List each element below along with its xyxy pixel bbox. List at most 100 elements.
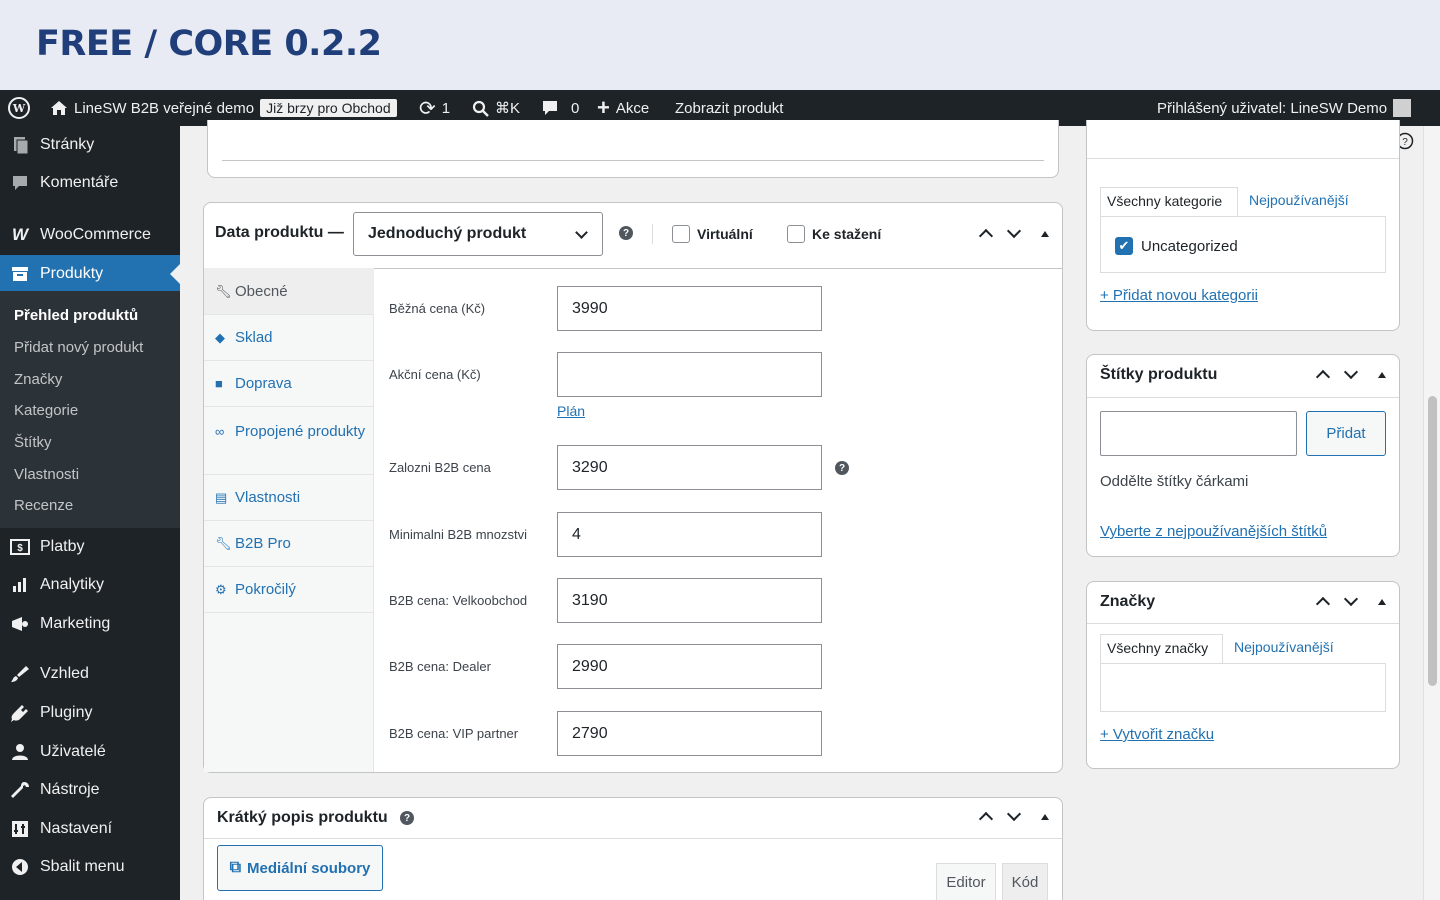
avatar xyxy=(1393,99,1412,117)
add-category-link[interactable]: + Přidat novou kategorii xyxy=(1100,287,1258,304)
tab-general[interactable]: 🔧︎ Obecné xyxy=(204,268,374,315)
comments-count: 0 xyxy=(571,99,580,117)
b2b-dealer-price-input[interactable]: 2990 xyxy=(557,644,822,689)
help-icon[interactable]: ? xyxy=(835,461,849,475)
user-icon xyxy=(0,743,40,761)
b2b-wholesale-price-input[interactable]: 3190 xyxy=(557,578,822,623)
move-up-icon[interactable] xyxy=(1315,594,1334,612)
submenu-attributes[interactable]: Vlastnosti xyxy=(14,466,79,483)
menu-label: Platby xyxy=(40,538,85,555)
b2b-vip-price-label: B2B cena: VIP partner xyxy=(389,726,519,741)
woocommerce-icon: W xyxy=(11,225,29,244)
menu-item-marketing[interactable]: Marketing xyxy=(0,605,180,643)
pages-icon xyxy=(0,136,40,154)
move-down-icon[interactable] xyxy=(1006,223,1025,239)
refresh-icon: ⟳ xyxy=(419,97,436,120)
category-label: Uncategorized xyxy=(1141,238,1238,255)
version-title: FREE / CORE 0.2.2 xyxy=(36,24,382,64)
help-icon[interactable]: ? xyxy=(400,811,414,825)
submenu-add-product[interactable]: Přidat nový produkt xyxy=(14,339,143,356)
tab-popular-categories[interactable]: Nejpoužívanější xyxy=(1249,192,1349,208)
menu-label: Nastavení xyxy=(40,820,113,837)
comment-icon xyxy=(543,100,557,115)
product-data-tabs: 🔧︎ Obecné ◆ Sklad ■ Doprava ∞ Propojené prod… xyxy=(204,268,374,772)
tab-label: Vlastnosti xyxy=(235,489,301,506)
schedule-link[interactable]: Plán xyxy=(557,403,585,419)
toggle-panel-icon[interactable] xyxy=(1374,371,1390,378)
choose-popular-tags-link[interactable]: Vyberte z nejpoužívanějších štítků xyxy=(1100,523,1327,540)
move-up-icon[interactable] xyxy=(978,226,997,244)
page-scrollbar[interactable] xyxy=(1423,126,1440,900)
tab-editor[interactable]: Editor xyxy=(936,863,996,900)
tab-code[interactable]: Kód xyxy=(1002,863,1048,900)
menu-item-payments[interactable]: $ Platby xyxy=(0,528,180,566)
category-checkbox-checked[interactable]: ✔ xyxy=(1115,237,1133,255)
menu-label: Analytiky xyxy=(40,576,105,593)
submenu-tags[interactable]: Štítky xyxy=(14,434,52,451)
tab-inventory[interactable]: ◆ Sklad xyxy=(204,315,374,361)
move-down-icon[interactable] xyxy=(1343,591,1362,607)
wordpress-logo-icon[interactable]: W xyxy=(8,90,30,126)
menu-item-woocommerce[interactable]: W WooCommerce xyxy=(0,216,180,254)
move-up-icon[interactable] xyxy=(978,809,997,827)
svg-text:W: W xyxy=(12,102,26,115)
tab-label: Pokročilý xyxy=(235,581,296,598)
virtual-label: Virtuální xyxy=(697,226,753,242)
tab-shipping[interactable]: ■ Doprava xyxy=(204,361,374,407)
menu-item-comments[interactable]: Komentáře xyxy=(0,164,180,202)
create-brand-link[interactable]: + Vytvořit značku xyxy=(1100,726,1214,743)
tab-advanced[interactable]: ⚙ Pokročilý xyxy=(204,567,374,613)
tab-label: Doprava xyxy=(235,375,292,392)
move-down-icon[interactable] xyxy=(1006,806,1025,822)
tab-label: B2B Pro xyxy=(235,535,291,552)
toggle-panel-icon[interactable] xyxy=(1374,598,1390,605)
products-submenu: Přehled produktů Přidat nový produkt Zna… xyxy=(0,291,180,528)
downloadable-checkbox[interactable] xyxy=(787,225,805,243)
menu-item-analytics[interactable]: Analytiky xyxy=(0,566,180,604)
short-description-title: Krátký popis produktu xyxy=(217,809,388,826)
menu-item-pages[interactable]: Stránky xyxy=(0,126,180,164)
toggle-panel-icon[interactable] xyxy=(1037,230,1053,237)
regular-price-input[interactable]: 3990 xyxy=(557,286,822,331)
b2b-vip-price-input[interactable]: 2790 xyxy=(557,711,822,756)
submenu-all-products[interactable]: Přehled produktů xyxy=(14,307,138,324)
tab-linked-products[interactable]: ∞ Propojené produkty xyxy=(204,407,374,475)
tab-b2b-pro[interactable]: 🔧︎ B2B Pro xyxy=(204,521,374,567)
menu-item-plugins[interactable]: Pluginy xyxy=(0,694,180,732)
wrench-icon xyxy=(0,781,40,799)
move-down-icon[interactable] xyxy=(1343,364,1362,380)
submenu-categories[interactable]: Kategorie xyxy=(14,402,78,419)
add-tag-button[interactable]: Přidat xyxy=(1306,411,1386,456)
submenu-reviews[interactable]: Recenze xyxy=(14,497,73,514)
help-icon[interactable]: ? xyxy=(619,226,633,240)
move-up-icon[interactable] xyxy=(1315,367,1334,385)
toggle-panel-icon[interactable] xyxy=(1037,813,1053,820)
product-type-select[interactable]: Jednoduchý produkt xyxy=(353,212,603,256)
min-b2b-qty-input[interactable]: 4 xyxy=(557,512,822,557)
tab-attributes[interactable]: ▤ Vlastnosti xyxy=(204,475,374,521)
menu-item-appearance[interactable]: Vzhled xyxy=(0,655,180,693)
menu-item-products[interactable]: Produkty xyxy=(0,255,180,293)
sale-price-input[interactable] xyxy=(557,352,822,397)
virtual-checkbox[interactable] xyxy=(672,225,690,243)
tab-all-brands[interactable]: Všechny značky xyxy=(1100,634,1223,664)
menu-item-users[interactable]: Uživatelé xyxy=(0,733,180,771)
tab-all-categories[interactable]: Všechny kategorie xyxy=(1100,187,1238,217)
tag-input[interactable] xyxy=(1100,411,1297,456)
menu-item-settings[interactable]: Nastavení xyxy=(0,810,180,848)
add-media-button[interactable]: ⧉ Mediální soubory xyxy=(217,845,383,891)
fallback-b2b-price-input[interactable]: 3290 xyxy=(557,445,822,490)
collapse-menu-button[interactable]: Sbalit menu xyxy=(0,848,180,886)
coming-soon-badge: Již brzy pro Obchod xyxy=(260,99,397,117)
submenu-brands[interactable]: Značky xyxy=(14,371,62,388)
menu-item-tools[interactable]: Nástroje xyxy=(0,771,180,809)
settings-icon xyxy=(0,820,40,838)
wrench-icon: 🔧︎ xyxy=(215,536,232,551)
media-icon: ⧉ xyxy=(229,859,242,876)
menu-label: Produkty xyxy=(40,265,104,282)
scrollbar-thumb[interactable] xyxy=(1428,396,1437,686)
tab-popular-brands[interactable]: Nejpoužívanější xyxy=(1234,639,1334,655)
menu-label: Stránky xyxy=(40,136,95,153)
panel-controls xyxy=(1315,364,1390,385)
list-icon: ▤ xyxy=(215,490,228,505)
